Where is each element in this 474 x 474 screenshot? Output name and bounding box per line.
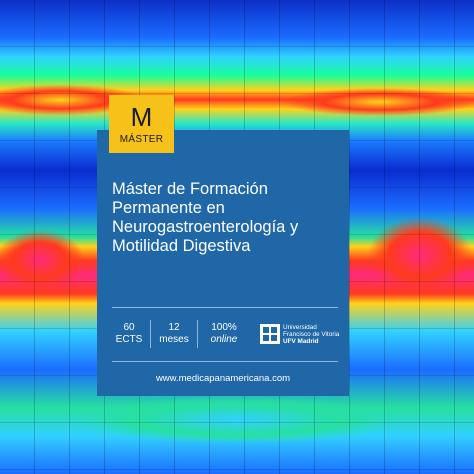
divider-bottom	[112, 361, 338, 362]
stats-row: 60 ECTS 12 meses 100% online Universidad…	[112, 318, 342, 350]
info-card	[97, 130, 349, 396]
university-line-3: UFV Madrid	[283, 337, 319, 345]
stat-duration-unit: meses	[159, 334, 189, 345]
stat-modality-unit: online	[210, 334, 238, 345]
title-line-4: Motilidad Digestiva	[112, 237, 251, 255]
program-title: Máster de Formación Permanente en Neurog…	[112, 180, 342, 256]
title-line-2: Permanente en	[112, 199, 225, 217]
badge-letter: M	[130, 102, 153, 132]
website-link[interactable]: www.medicapanamericana.com	[97, 373, 349, 384]
title-line-1: Máster de Formación	[112, 180, 268, 198]
badge-label: MÁSTER	[119, 134, 164, 145]
stat-duration: 12 meses	[151, 322, 197, 346]
university-line-1: Universidad	[283, 323, 317, 331]
divider-top	[112, 307, 338, 308]
stat-credits-unit: ECTS	[115, 334, 143, 345]
stat-duration-value: 12	[168, 322, 180, 333]
stat-modality: 100% online	[198, 322, 250, 346]
university-line-2: Francisco de Vitoria	[283, 330, 340, 338]
stat-modality-value: 100%	[211, 322, 237, 333]
stat-credits: 60 ECTS	[112, 322, 146, 346]
ufv-emblem-icon	[260, 324, 280, 344]
university-logo: Universidad Francisco de Vitoria UFV Mad…	[260, 324, 339, 345]
stat-credits-value: 60	[123, 322, 135, 333]
university-name: Universidad Francisco de Vitoria UFV Mad…	[283, 324, 339, 345]
master-badge: M MÁSTER	[109, 95, 174, 153]
title-line-3: Neurogastroenterología y	[112, 218, 299, 236]
